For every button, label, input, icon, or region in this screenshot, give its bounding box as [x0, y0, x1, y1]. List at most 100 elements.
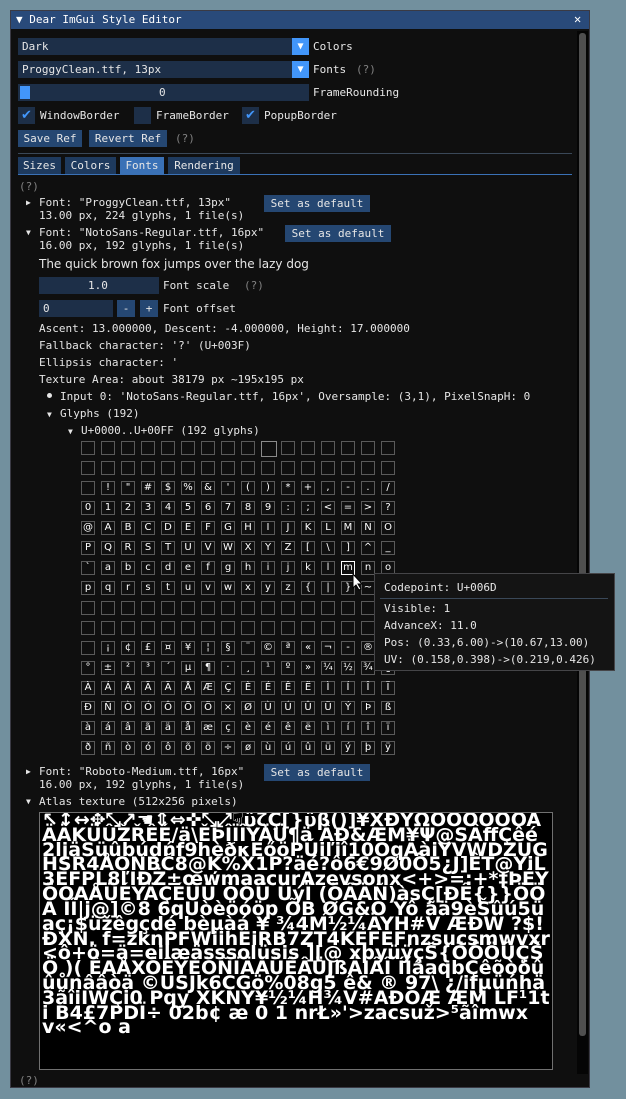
glyph-cell[interactable]: Ä — [161, 681, 175, 695]
glyph-cell[interactable]: ¡ — [101, 641, 115, 655]
glyph-cell[interactable]: µ — [181, 661, 195, 675]
glyph-cell[interactable]: à — [81, 721, 95, 735]
glyph-cell[interactable]: ; — [301, 501, 315, 515]
glyph-cell[interactable]: ¼ — [321, 661, 335, 675]
glyph-cell[interactable]: Å — [181, 681, 195, 695]
glyph-cell[interactable]: ? — [381, 501, 395, 515]
glyph-cell[interactable]: 9 — [261, 501, 275, 515]
glyph-cell[interactable]: / — [381, 481, 395, 495]
glyph-cell[interactable] — [81, 641, 95, 655]
glyph-cell[interactable]: ´ — [161, 661, 175, 675]
tab-sizes[interactable]: Sizes — [18, 157, 61, 174]
glyph-cell[interactable]: ] — [341, 541, 355, 555]
glyph-cell[interactable]: 4 — [161, 501, 175, 515]
glyph-cell[interactable]: Z — [281, 541, 295, 555]
glyph-cell[interactable]: ¥ — [181, 641, 195, 655]
glyph-cell[interactable]: º — [281, 661, 295, 675]
glyph-cell[interactable] — [241, 461, 255, 475]
glyph-cell[interactable]: « — [301, 641, 315, 655]
glyph-cell[interactable]: W — [221, 541, 235, 555]
glyph-cell[interactable]: ¸ — [241, 661, 255, 675]
glyph-cell[interactable] — [141, 441, 155, 455]
font2-tree-node[interactable]: Font: "NotoSans-Regular.ttf, 16px" — [39, 226, 264, 239]
glyph-cell[interactable]: Ù — [261, 701, 275, 715]
glyph-cell[interactable]: Ø — [241, 701, 255, 715]
font1-set-default-button[interactable]: Set as default — [264, 195, 370, 212]
glyph-cell[interactable]: Ô — [161, 701, 175, 715]
glyph-cell[interactable]: y — [261, 581, 275, 595]
glyph-cell[interactable]: ` — [81, 561, 95, 575]
glyph-cell[interactable]: Y — [261, 541, 275, 555]
glyph-cell[interactable]: Î — [361, 681, 375, 695]
glyph-cell[interactable]: Ñ — [101, 701, 115, 715]
glyph-cell[interactable] — [121, 461, 135, 475]
glyph-cell[interactable]: ß — [381, 701, 395, 715]
glyph-cell[interactable] — [121, 441, 135, 455]
glyph-cell[interactable]: t — [161, 581, 175, 595]
glyph-cell[interactable]: \ — [321, 541, 335, 555]
glyph-cell[interactable]: P — [81, 541, 95, 555]
glyph-cell[interactable]: Ã — [141, 681, 155, 695]
glyph-cell[interactable]: | — [321, 581, 335, 595]
glyph-cell[interactable] — [141, 621, 155, 635]
tree-arrow-down-icon[interactable]: ▼ — [26, 228, 31, 237]
glyph-cell[interactable]: ( — [241, 481, 255, 495]
glyph-cell[interactable]: ¢ — [121, 641, 135, 655]
glyph-cell[interactable] — [361, 601, 375, 615]
glyph-cell[interactable] — [121, 621, 135, 635]
glyph-cell[interactable]: ï — [381, 721, 395, 735]
glyph-cell[interactable]: Ç — [221, 681, 235, 695]
frame-border-checkbox[interactable] — [134, 107, 151, 124]
colors-combo[interactable] — [18, 38, 309, 55]
glyph-cell[interactable]: ¦ — [201, 641, 215, 655]
glyph-cell[interactable]: N — [361, 521, 375, 535]
glyph-cell[interactable]: & — [201, 481, 215, 495]
glyph-cell[interactable]: v — [201, 581, 215, 595]
glyph-cell[interactable]: B — [121, 521, 135, 535]
glyph-cell[interactable] — [161, 441, 175, 455]
glyph-cell[interactable]: C — [141, 521, 155, 535]
glyph-cell[interactable]: q — [101, 581, 115, 595]
glyph-cell[interactable]: - — [341, 641, 355, 655]
glyph-cell[interactable]: Â — [121, 681, 135, 695]
glyph-cell[interactable]: Ö — [201, 701, 215, 715]
glyph-cell[interactable]: æ — [201, 721, 215, 735]
glyph-cell[interactable]: ç — [221, 721, 235, 735]
collapse-icon[interactable]: ▼ — [16, 13, 29, 26]
glyph-cell[interactable] — [181, 601, 195, 615]
glyph-cell[interactable]: Á — [101, 681, 115, 695]
glyph-cell[interactable] — [301, 461, 315, 475]
glyph-cell[interactable]: Ý — [341, 701, 355, 715]
glyph-cell[interactable]: Ð — [81, 701, 95, 715]
glyph-cell[interactable]: û — [301, 741, 315, 755]
glyph-cell[interactable]: ± — [101, 661, 115, 675]
glyph-cell[interactable]: K — [301, 521, 315, 535]
glyph-cell[interactable]: Ë — [301, 681, 315, 695]
glyph-cell[interactable]: < — [321, 501, 335, 515]
glyph-cell[interactable] — [81, 461, 95, 475]
glyph-cell[interactable]: Ó — [141, 701, 155, 715]
glyph-cell[interactable]: ª — [281, 641, 295, 655]
scrollbar-grab[interactable] — [579, 33, 586, 1036]
glyph-cell[interactable]: 6 — [201, 501, 215, 515]
glyph-cell[interactable]: I — [261, 521, 275, 535]
glyph-cell[interactable]: ò — [121, 741, 135, 755]
glyph-cell[interactable] — [281, 461, 295, 475]
glyph-range-tree-node[interactable]: U+0000..U+00FF (192 glyphs) — [81, 424, 260, 437]
glyph-cell[interactable] — [261, 621, 275, 635]
glyph-cell[interactable] — [341, 621, 355, 635]
glyph-cell[interactable] — [201, 441, 215, 455]
glyph-cell[interactable]: [ — [301, 541, 315, 555]
glyph-cell[interactable]: % — [181, 481, 195, 495]
glyph-cell[interactable] — [341, 441, 355, 455]
glyph-cell[interactable]: Æ — [201, 681, 215, 695]
glyph-cell[interactable]: l — [321, 561, 335, 575]
glyph-cell[interactable] — [321, 461, 335, 475]
window-border-checkbox[interactable]: ✔ — [18, 107, 35, 124]
glyph-cell[interactable] — [101, 461, 115, 475]
glyph-cell[interactable] — [281, 441, 295, 455]
glyph-cell[interactable]: ' — [221, 481, 235, 495]
glyph-cell[interactable] — [141, 601, 155, 615]
glyph-cell[interactable] — [361, 621, 375, 635]
glyph-cell[interactable] — [281, 601, 295, 615]
